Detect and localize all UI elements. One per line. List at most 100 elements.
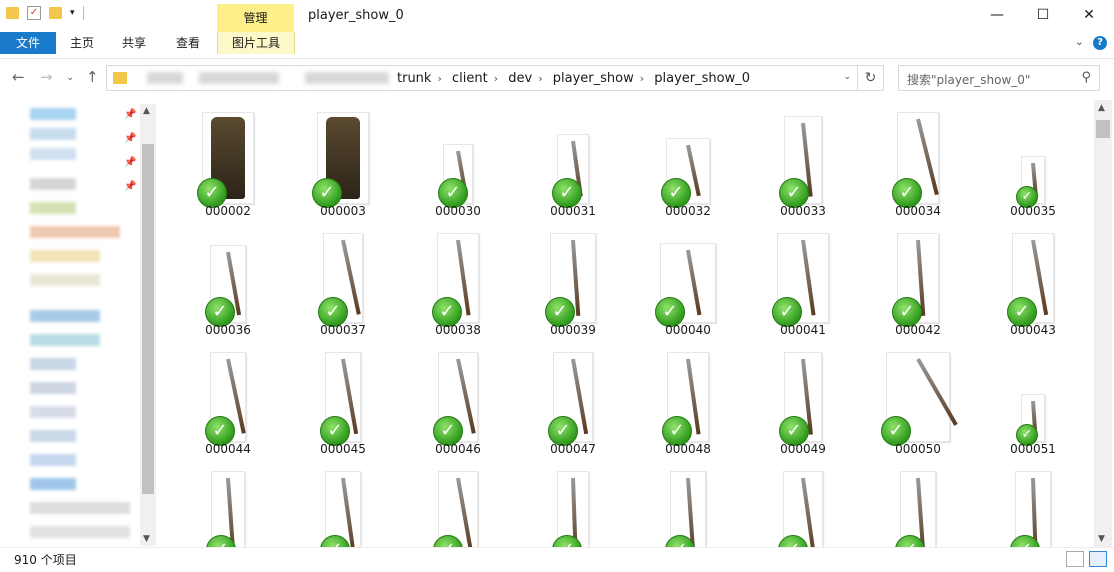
nav-item[interactable] bbox=[30, 202, 76, 214]
large-icons-view-icon[interactable] bbox=[1089, 551, 1107, 567]
file-item[interactable]: ✓ 000037 bbox=[298, 229, 388, 344]
file-item[interactable]: ✓ 000036 bbox=[183, 229, 273, 344]
file-item[interactable]: ✓ 000041 bbox=[758, 229, 848, 344]
scroll-up-icon[interactable]: ▲ bbox=[1098, 103, 1105, 113]
thumbnail-area: ✓ bbox=[298, 110, 388, 208]
pin-icon[interactable]: 📌 bbox=[124, 181, 136, 192]
file-item[interactable]: ✓ 000046 bbox=[413, 348, 503, 463]
breadcrumb-separator-icon[interactable]: › bbox=[494, 72, 498, 85]
pin-icon[interactable]: 📌 bbox=[124, 157, 136, 168]
tab-file[interactable]: 文件 bbox=[0, 32, 56, 54]
file-item[interactable]: ✓ 000045 bbox=[298, 348, 388, 463]
properties-icon[interactable]: ✓ bbox=[27, 6, 41, 20]
address-bar[interactable]: trunk › client › dev › player_show › player_… bbox=[106, 65, 858, 91]
close-button[interactable]: ✕ bbox=[1066, 0, 1112, 32]
nav-item[interactable] bbox=[30, 382, 76, 394]
nav-item[interactable] bbox=[30, 128, 76, 140]
tab-home[interactable]: 主页 bbox=[60, 32, 104, 54]
file-item[interactable]: ✓ 000044 bbox=[183, 348, 273, 463]
file-item[interactable]: ✓ bbox=[758, 467, 848, 547]
nav-item[interactable] bbox=[30, 358, 76, 370]
folder-icon[interactable] bbox=[6, 7, 19, 19]
file-item[interactable]: ✓ bbox=[988, 467, 1078, 547]
scroll-down-icon[interactable]: ▼ bbox=[1098, 534, 1105, 544]
search-icon[interactable]: ⚲ bbox=[1081, 70, 1091, 85]
thumbnail-area: ✓ bbox=[528, 110, 618, 208]
breadcrumb-item[interactable]: trunk bbox=[397, 71, 431, 86]
nav-item[interactable] bbox=[30, 274, 100, 286]
file-item[interactable]: ✓ 000033 bbox=[758, 110, 848, 225]
file-item[interactable]: ✓ 000039 bbox=[528, 229, 618, 344]
file-name: 000050 bbox=[895, 442, 941, 456]
address-dropdown-icon[interactable]: ⌄ bbox=[843, 72, 851, 82]
file-item[interactable]: ✓ bbox=[183, 467, 273, 547]
file-item[interactable]: ✓ 000043 bbox=[988, 229, 1078, 344]
nav-item[interactable] bbox=[30, 526, 130, 538]
file-item[interactable]: ✓ 000031 bbox=[528, 110, 618, 225]
nav-item[interactable] bbox=[30, 478, 76, 490]
nav-item[interactable] bbox=[30, 178, 76, 190]
nav-item[interactable] bbox=[30, 406, 76, 418]
file-item[interactable]: ✓ 000047 bbox=[528, 348, 618, 463]
new-folder-icon[interactable] bbox=[49, 7, 62, 19]
forward-icon[interactable]: → bbox=[40, 68, 53, 86]
nav-item[interactable] bbox=[30, 334, 100, 346]
file-item[interactable]: ✓ bbox=[413, 467, 503, 547]
content-scrollbar[interactable]: ▲ ▼ bbox=[1094, 100, 1112, 547]
nav-item[interactable] bbox=[30, 108, 76, 120]
file-item[interactable]: ✓ 000040 bbox=[643, 229, 733, 344]
nav-item[interactable] bbox=[30, 502, 130, 514]
nav-item[interactable] bbox=[30, 310, 100, 322]
minimize-button[interactable]: — bbox=[974, 0, 1020, 32]
nav-item[interactable] bbox=[30, 454, 76, 466]
refresh-icon[interactable]: ↻ bbox=[858, 65, 884, 91]
search-input[interactable]: 搜索"player_show_0" ⚲ bbox=[898, 65, 1100, 91]
file-item[interactable]: ✓ 000002 bbox=[183, 110, 273, 225]
file-item[interactable]: ✓ bbox=[528, 467, 618, 547]
file-item[interactable]: ✓ 000030 bbox=[413, 110, 503, 225]
scroll-down-icon[interactable]: ▼ bbox=[143, 534, 150, 544]
back-icon[interactable]: ← bbox=[12, 68, 25, 86]
file-item[interactable]: ✓ 000035 bbox=[988, 110, 1078, 225]
breadcrumb-item[interactable]: dev bbox=[508, 71, 532, 86]
file-item[interactable]: ✓ bbox=[643, 467, 733, 547]
file-item[interactable]: ✓ 000050 bbox=[873, 348, 963, 463]
nav-item[interactable] bbox=[30, 250, 100, 262]
maximize-button[interactable]: ☐ bbox=[1020, 0, 1066, 32]
expand-ribbon-icon[interactable]: ⌄ bbox=[1075, 35, 1084, 48]
breadcrumb-item[interactable]: player_show_0 bbox=[654, 71, 750, 86]
help-icon[interactable]: ? bbox=[1093, 36, 1107, 50]
breadcrumb-separator-icon[interactable]: › bbox=[538, 72, 542, 85]
breadcrumb-item[interactable]: player_show bbox=[553, 71, 634, 86]
nav-item[interactable] bbox=[30, 430, 76, 442]
breadcrumb-separator-icon[interactable]: › bbox=[437, 72, 441, 85]
file-item[interactable]: ✓ 000034 bbox=[873, 110, 963, 225]
breadcrumb-item[interactable]: client bbox=[452, 71, 488, 86]
file-item[interactable]: ✓ 000042 bbox=[873, 229, 963, 344]
tab-view[interactable]: 查看 bbox=[166, 32, 210, 54]
nav-item[interactable] bbox=[30, 226, 120, 238]
details-view-icon[interactable] bbox=[1066, 551, 1084, 567]
navigation-scrollbar[interactable]: ▲ ▼ bbox=[140, 104, 156, 546]
pin-icon[interactable]: 📌 bbox=[124, 133, 136, 144]
file-item[interactable]: ✓ 000032 bbox=[643, 110, 733, 225]
customize-toolbar-icon[interactable]: ▾ bbox=[70, 8, 75, 18]
file-item[interactable]: ✓ bbox=[298, 467, 388, 547]
file-item[interactable]: ✓ 000038 bbox=[413, 229, 503, 344]
manage-context-tab[interactable]: 管理 bbox=[217, 4, 294, 32]
breadcrumb-separator-icon[interactable]: › bbox=[640, 72, 644, 85]
scroll-up-icon[interactable]: ▲ bbox=[143, 106, 150, 116]
scrollbar-thumb[interactable] bbox=[142, 144, 154, 494]
file-item[interactable]: ✓ 000049 bbox=[758, 348, 848, 463]
tab-picture-tools[interactable]: 图片工具 bbox=[217, 32, 295, 54]
pin-icon[interactable]: 📌 bbox=[124, 109, 136, 120]
file-item[interactable]: ✓ bbox=[873, 467, 963, 547]
recent-locations-icon[interactable]: ⌄ bbox=[66, 72, 74, 83]
file-item[interactable]: ✓ 000003 bbox=[298, 110, 388, 225]
file-item[interactable]: ✓ 000051 bbox=[988, 348, 1078, 463]
nav-item[interactable] bbox=[30, 148, 76, 160]
file-item[interactable]: ✓ 000048 bbox=[643, 348, 733, 463]
tab-share[interactable]: 共享 bbox=[112, 32, 156, 54]
scrollbar-thumb[interactable] bbox=[1096, 120, 1110, 138]
up-icon[interactable]: ↑ bbox=[86, 68, 99, 86]
